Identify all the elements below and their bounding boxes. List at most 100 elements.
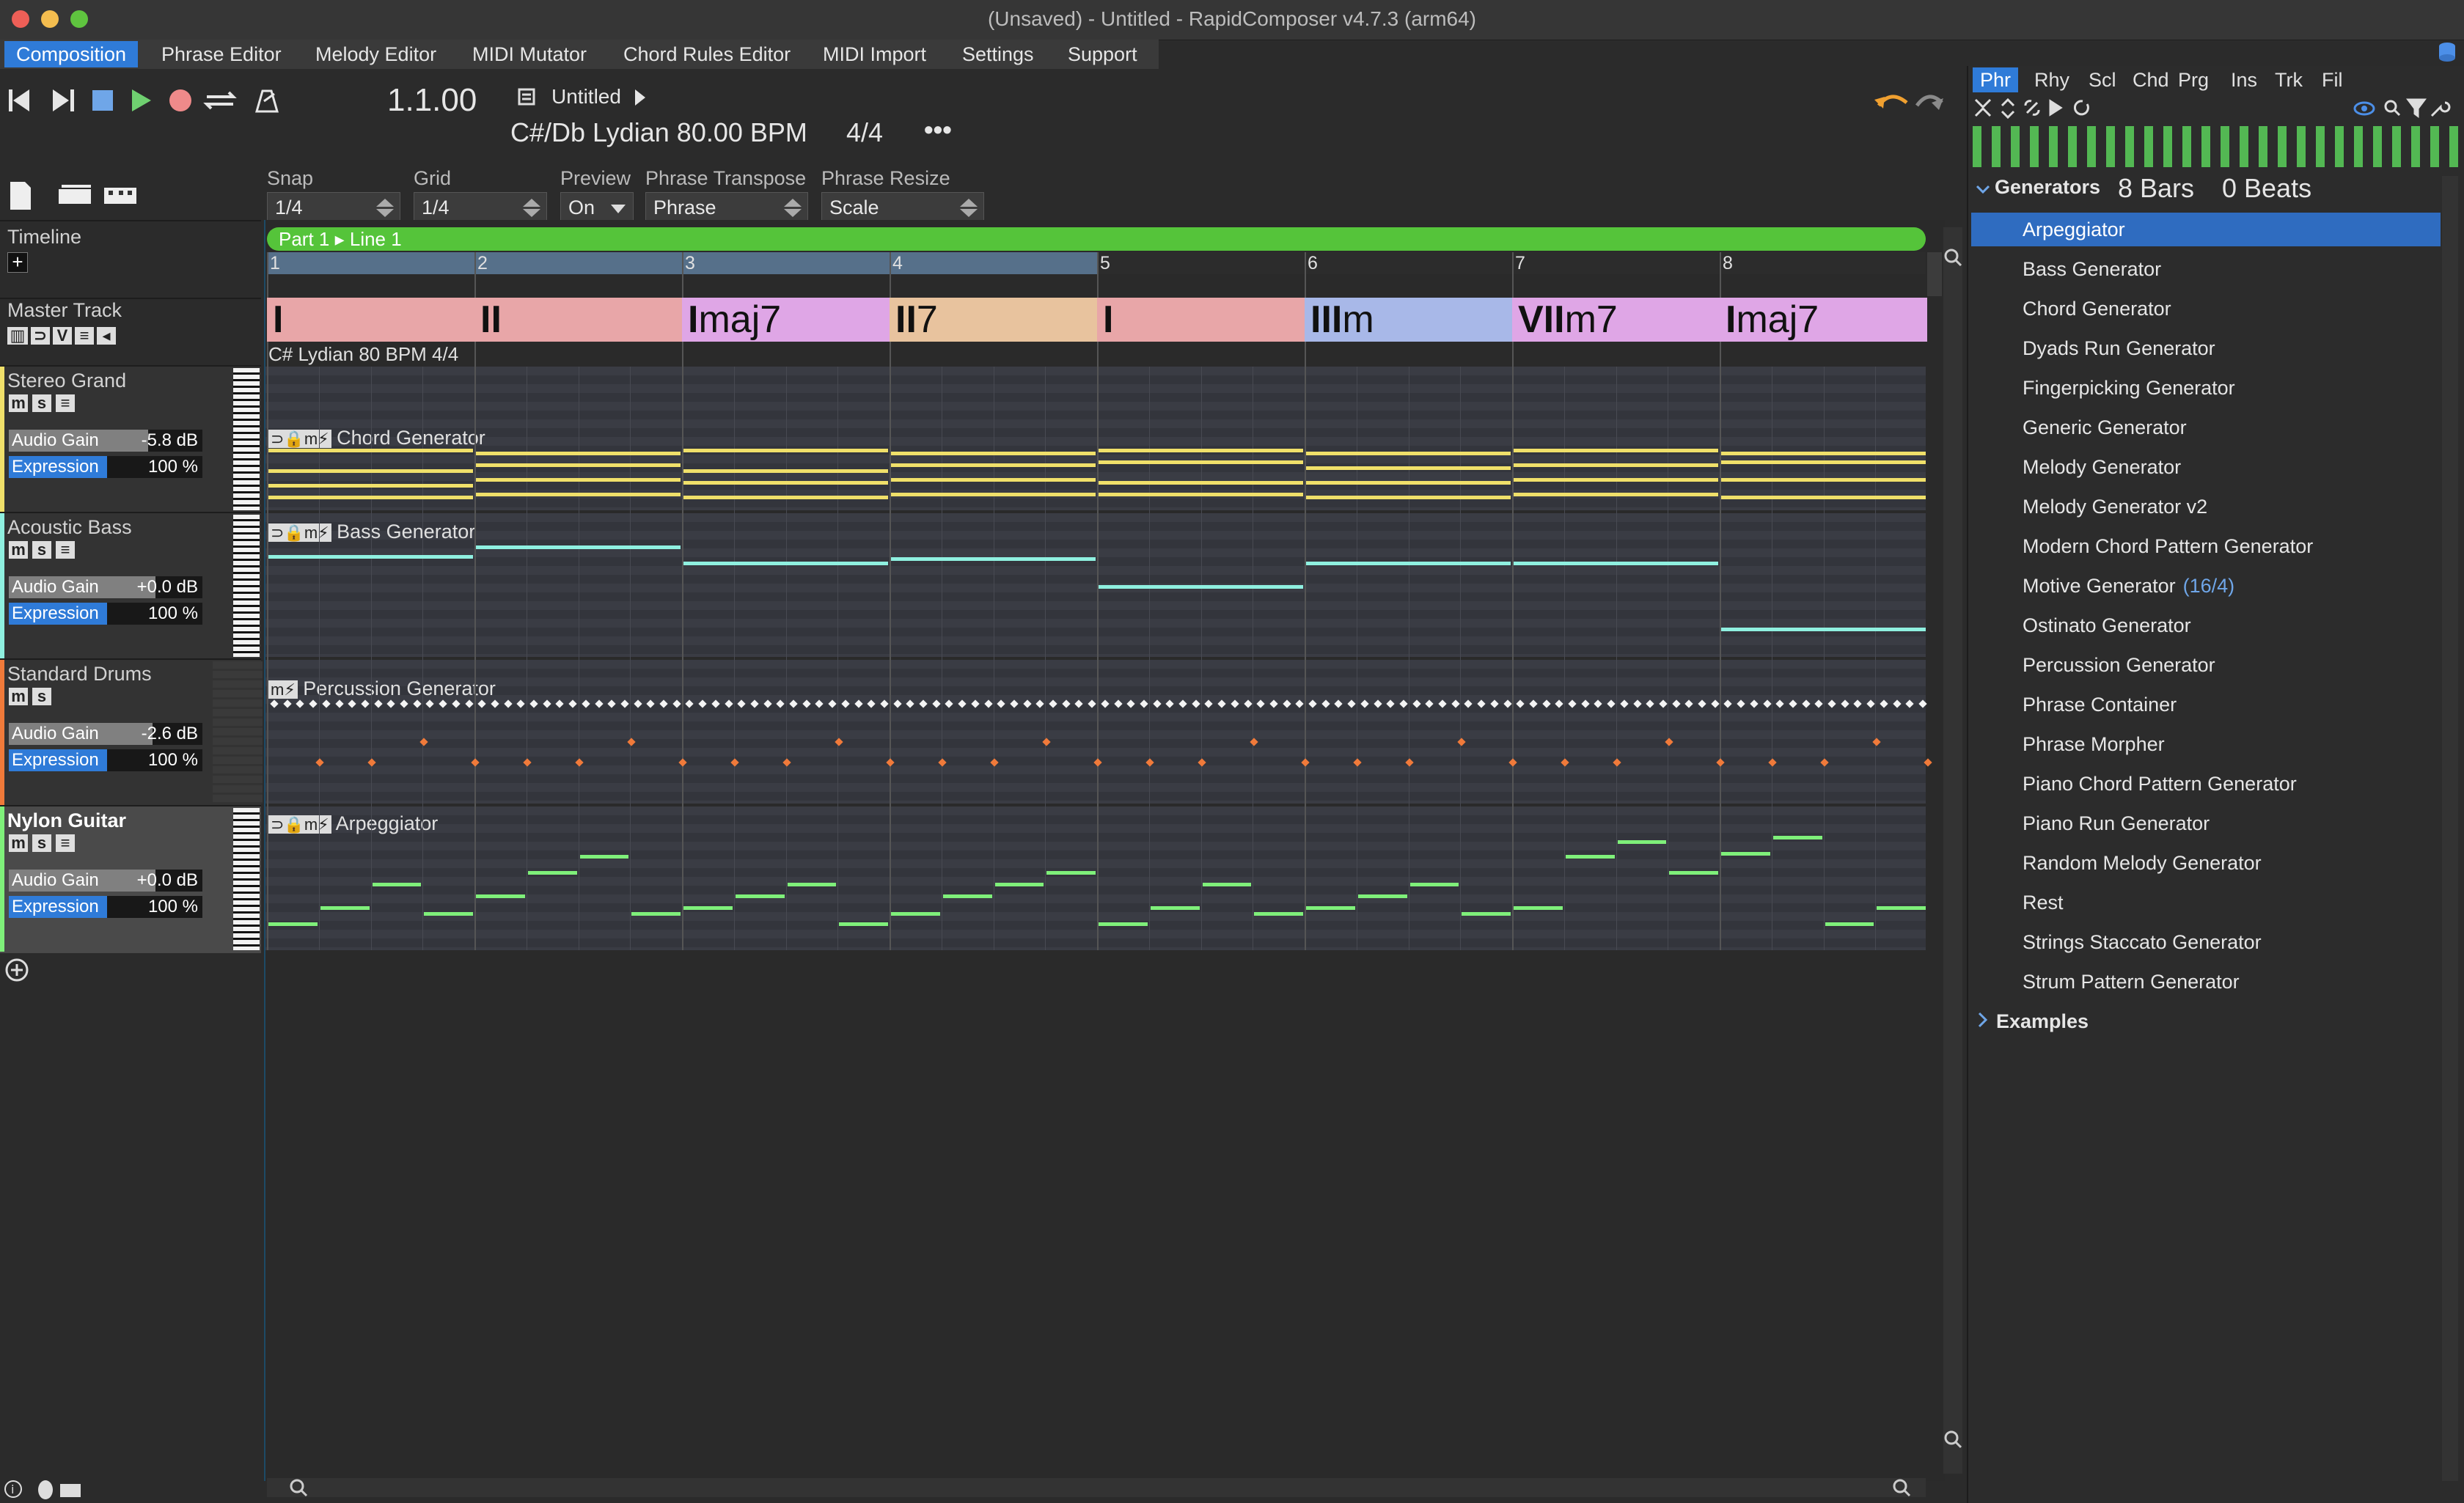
- generator-item[interactable]: Motive Generator (16/4): [2023, 575, 2234, 598]
- chevron-right-icon[interactable]: [1977, 1012, 1989, 1028]
- chord-note[interactable]: [268, 484, 473, 488]
- chord-note[interactable]: [1721, 478, 1926, 482]
- key-tempo-display[interactable]: C#/Db Lydian 80.00 BPM: [510, 117, 807, 148]
- menu-phrase-editor[interactable]: Phrase Editor: [150, 41, 293, 67]
- menu-midi-import[interactable]: MIDI Import: [811, 41, 938, 67]
- chord-note[interactable]: [1514, 449, 1718, 452]
- chord-note[interactable]: [1099, 481, 1303, 485]
- bass-note[interactable]: [891, 557, 1096, 561]
- panel-tab-trk[interactable]: Trk: [2267, 67, 2310, 92]
- preview-select[interactable]: On: [560, 192, 634, 221]
- chord-note[interactable]: [683, 496, 888, 499]
- track-name[interactable]: Nylon Guitar: [7, 809, 126, 832]
- arpeggio-note[interactable]: [579, 855, 629, 859]
- chord-block[interactable]: I: [1097, 298, 1305, 342]
- zoom-horizontal-out-icon[interactable]: [1892, 1478, 1911, 1497]
- chord-note[interactable]: [891, 478, 1096, 482]
- loop-button[interactable]: [204, 82, 236, 111]
- zoom-horizontal-icon[interactable]: [289, 1478, 308, 1497]
- play-button[interactable]: [125, 82, 154, 111]
- generator-item[interactable]: Melody Generator: [2023, 456, 2181, 479]
- generator-item[interactable]: Phrase Morpher: [2023, 733, 2165, 756]
- menu-icon[interactable]: ≡: [75, 327, 94, 345]
- track-name[interactable]: Acoustic Bass: [7, 516, 132, 539]
- panel-tab-ins[interactable]: Ins: [2223, 67, 2265, 92]
- menu-settings[interactable]: Settings: [950, 41, 1046, 67]
- lane-standard-drums[interactable]: [265, 660, 1926, 804]
- phrase-label-bass-generator[interactable]: ⊃🔒m⚡ Bass Generator: [268, 521, 475, 543]
- chord-note[interactable]: [891, 493, 1096, 496]
- mute-button[interactable]: m: [9, 541, 28, 559]
- generator-item[interactable]: Fingerpicking Generator: [2023, 377, 2235, 400]
- phrase-resize-select[interactable]: Scale: [821, 192, 984, 221]
- generator-item[interactable]: Modern Chord Pattern Generator: [2023, 535, 2313, 558]
- arpeggio-note[interactable]: [1877, 906, 1926, 910]
- examples-section[interactable]: Examples: [1996, 1010, 2089, 1033]
- arpeggio-note[interactable]: [1202, 883, 1252, 886]
- arpeggio-note[interactable]: [268, 922, 318, 926]
- bass-note[interactable]: [1514, 562, 1718, 565]
- arpeggio-note[interactable]: [891, 912, 940, 916]
- generator-item[interactable]: Phrase Container: [2023, 694, 2177, 716]
- chevron-down-icon[interactable]: [1976, 182, 1990, 196]
- generator-item[interactable]: Chord Generator: [2023, 298, 2171, 320]
- record-button[interactable]: [163, 82, 192, 111]
- new-phrase-button[interactable]: [7, 180, 34, 213]
- chord-note[interactable]: [1721, 452, 1926, 455]
- arpeggio-note[interactable]: [1306, 906, 1355, 910]
- expression-slider[interactable]: Expression 100 %: [9, 896, 202, 918]
- add-track-icon[interactable]: [4, 958, 29, 982]
- generator-item[interactable]: Bass Generator: [2023, 258, 2161, 281]
- grid-select[interactable]: 1/4: [414, 192, 547, 221]
- generator-item[interactable]: Rest: [2023, 892, 2064, 914]
- arpeggio-note[interactable]: [942, 894, 992, 898]
- arpeggio-note[interactable]: [1409, 883, 1459, 886]
- arpeggio-note[interactable]: [839, 922, 888, 926]
- stop-button[interactable]: [85, 82, 114, 111]
- chord-note[interactable]: [1099, 449, 1303, 452]
- panel-tab-fil[interactable]: Fil: [2314, 67, 2350, 92]
- arpeggio-note[interactable]: [683, 906, 733, 910]
- mute-button[interactable]: m: [9, 394, 28, 412]
- expression-slider[interactable]: Expression 100 %: [9, 603, 202, 625]
- track-name[interactable]: Standard Drums: [7, 663, 152, 686]
- arpeggio-note[interactable]: [1565, 855, 1615, 859]
- generator-item[interactable]: Percussion Generator: [2023, 654, 2215, 677]
- arpeggio-note[interactable]: [735, 894, 785, 898]
- skip-to-start-button[interactable]: [7, 82, 37, 111]
- generator-item[interactable]: Strum Pattern Generator: [2023, 971, 2240, 993]
- chord-note[interactable]: [268, 496, 473, 499]
- bass-note[interactable]: [268, 555, 473, 559]
- menu-support[interactable]: Support: [1056, 41, 1149, 67]
- arpeggio-note[interactable]: [1825, 922, 1874, 926]
- phrase-label-arpeggiator[interactable]: ⊃🔒m⚡ Arpeggiator: [268, 812, 438, 835]
- arpeggio-note[interactable]: [1617, 840, 1667, 844]
- panel-tab-rhy[interactable]: Rhy: [2027, 67, 2077, 92]
- generators-section[interactable]: Generators: [1995, 176, 2100, 199]
- zoom-in-icon[interactable]: [1943, 248, 1962, 267]
- audio-gain-slider[interactable]: Audio Gain +0.0 dB: [9, 576, 202, 598]
- loop-toggle-icon[interactable]: ⊃: [31, 327, 50, 345]
- arpeggio-note[interactable]: [787, 883, 837, 886]
- track-menu-icon[interactable]: ≡: [56, 394, 75, 412]
- menu-chord-rules-editor[interactable]: Chord Rules Editor: [612, 41, 802, 67]
- panel-tab-scl[interactable]: Scl: [2081, 67, 2124, 92]
- chord-note[interactable]: [268, 469, 473, 473]
- part-bar[interactable]: Part 1 ▸ Line 1: [267, 227, 1926, 251]
- track-name[interactable]: Stereo Grand: [7, 370, 126, 392]
- chord-note[interactable]: [1514, 478, 1718, 482]
- snap-select[interactable]: 1/4: [267, 192, 400, 221]
- solo-button[interactable]: s: [32, 688, 51, 705]
- generator-item[interactable]: Random Melody Generator: [2023, 852, 2262, 875]
- arpeggio-note[interactable]: [1721, 852, 1770, 856]
- chord-note[interactable]: [476, 463, 681, 467]
- chord-note[interactable]: [683, 481, 888, 485]
- chord-note[interactable]: [1306, 452, 1511, 455]
- chord-note[interactable]: [1721, 460, 1926, 464]
- song-name[interactable]: Untitled: [551, 85, 621, 109]
- more-options-button[interactable]: •••: [924, 114, 952, 145]
- menu-melody-editor[interactable]: Melody Editor: [304, 41, 448, 67]
- phrase-label-chord-generator[interactable]: ⊃🔒m⚡ Chord Generator: [268, 427, 485, 449]
- chord-block[interactable]: VIIm7: [1512, 298, 1720, 342]
- audio-gain-slider[interactable]: Audio Gain +0.0 dB: [9, 870, 202, 892]
